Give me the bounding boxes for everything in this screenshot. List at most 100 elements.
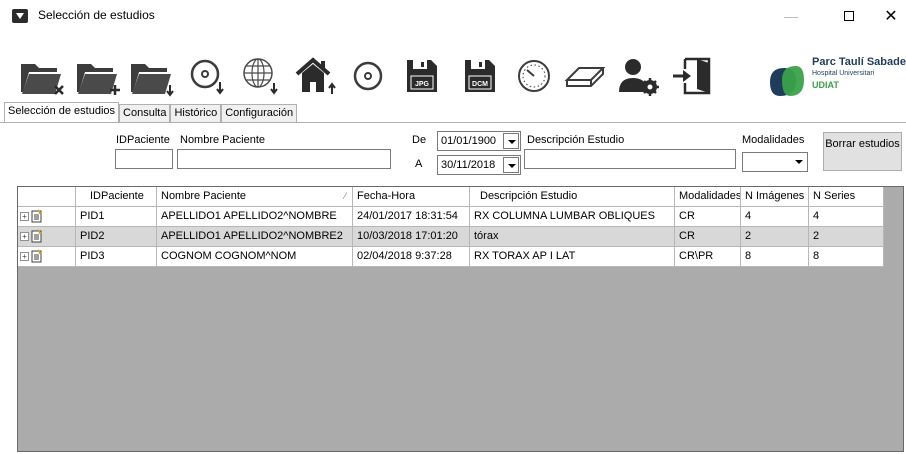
cell-descripcion-estudio: RX COLUMNA LUMBAR OBLIQUES <box>470 207 675 227</box>
cell-idpaciente: PID1 <box>76 207 157 227</box>
cell-modalidades: CR <box>675 227 741 247</box>
expand-icon[interactable]: + <box>20 251 29 261</box>
fecha-hasta-picker[interactable]: 30/11/2018 <box>437 155 521 175</box>
home-upload-icon <box>295 57 336 94</box>
grid-header-row: IDPaciente Nombre Paciente ⁄ Fecha-Hora … <box>18 187 884 207</box>
row-expander[interactable]: + <box>18 247 76 267</box>
tab-strip: Selección de estudios Consulta Histórico… <box>4 102 298 122</box>
fecha-desde-label: De <box>412 134 427 146</box>
expand-icon[interactable]: + <box>20 211 29 221</box>
eraser-icon <box>564 67 606 87</box>
fecha-desde-picker[interactable]: 01/01/1900 <box>437 131 521 151</box>
logo-udiat: UDIAT <box>812 80 839 90</box>
cell-nombre-paciente: APELLIDO1 APELLIDO2^NOMBRE <box>157 207 353 227</box>
row-expander[interactable]: + <box>18 207 76 227</box>
disc-icon <box>353 61 383 91</box>
id-paciente-label: IDPaciente <box>116 134 170 146</box>
tab-historico[interactable]: Histórico <box>170 104 222 122</box>
modalidades-select[interactable] <box>742 152 808 172</box>
cell-nombre-paciente: COGNOM COGNOM^NOM <box>157 247 353 267</box>
fecha-hasta-dropdown-icon[interactable] <box>503 157 519 173</box>
folder-download-button[interactable] <box>128 46 176 106</box>
descripcion-estudio-input[interactable] <box>524 149 736 169</box>
cell-descripcion-estudio: tórax <box>470 227 675 247</box>
cell-modalidades: CR <box>675 207 741 227</box>
folder-add-icon <box>77 64 120 95</box>
tab-consulta[interactable]: Consulta <box>119 104 171 122</box>
exit-door-icon <box>673 57 711 95</box>
disc-download-icon <box>190 59 224 95</box>
header-idpaciente[interactable]: IDPaciente <box>76 187 157 207</box>
expand-icon[interactable]: + <box>20 231 29 241</box>
cell-idpaciente: PID3 <box>76 247 157 267</box>
gauge-icon <box>518 60 550 92</box>
maximize-icon <box>844 11 854 21</box>
folder-download-icon <box>131 64 174 97</box>
globe-download-button[interactable] <box>238 46 284 106</box>
logo-subtitle: Hospital Universitari <box>812 70 875 77</box>
minimize-button[interactable]: — <box>768 0 814 32</box>
home-upload-button[interactable] <box>292 46 338 106</box>
user-settings-icon <box>619 59 659 96</box>
save-jpg-button[interactable]: JPG <box>398 46 444 106</box>
parc-tauli-logo: Parc Taulí Sabadell Hospital Universitar… <box>756 50 906 110</box>
fecha-hasta-value: 30/11/2018 <box>441 159 496 171</box>
folder-remove-icon <box>21 64 64 95</box>
header-nombre-paciente-text: Nombre Paciente <box>161 190 246 202</box>
table-row[interactable]: + PID2 APELLIDO1 APELLIDO2^NOMBRE2 10/03… <box>18 227 884 247</box>
dcm-label: DCM <box>472 81 488 88</box>
header-nombre-paciente[interactable]: Nombre Paciente ⁄ <box>157 187 353 207</box>
app-icon <box>12 9 28 23</box>
cell-descripcion-estudio: RX TORAX AP I LAT <box>470 247 675 267</box>
header-n-imagenes[interactable]: N Imágenes <box>741 187 809 207</box>
gauge-button[interactable] <box>512 46 556 106</box>
cell-n-series: 2 <box>809 227 884 247</box>
studies-grid: IDPaciente Nombre Paciente ⁄ Fecha-Hora … <box>17 186 904 452</box>
cell-nombre-paciente: APELLIDO1 APELLIDO2^NOMBRE2 <box>157 227 353 247</box>
save-jpg-icon: JPG <box>407 60 437 92</box>
disc-download-button[interactable] <box>186 46 230 106</box>
nombre-paciente-label: Nombre Paciente <box>180 134 265 146</box>
maximize-button[interactable] <box>826 0 872 32</box>
tab-configuracion[interactable]: Configuración <box>221 104 298 122</box>
header-rowhead <box>18 187 76 207</box>
eraser-button[interactable] <box>562 46 608 106</box>
fecha-hasta-label: A <box>415 158 423 170</box>
globe-download-icon <box>243 58 278 95</box>
save-dcm-button[interactable]: DCM <box>456 46 502 106</box>
disc-button[interactable] <box>346 46 390 106</box>
exit-button[interactable] <box>670 46 716 106</box>
tab-seleccion[interactable]: Selección de estudios <box>4 102 120 122</box>
table-row[interactable]: + PID3 COGNOM COGNOM^NOM 02/04/2018 9:37… <box>18 247 884 267</box>
table-row[interactable]: + PID1 APELLIDO1 APELLIDO2^NOMBRE 24/01/… <box>18 207 884 227</box>
logo-title: Parc Taulí Sabadell <box>812 56 906 68</box>
header-fecha-hora[interactable]: Fecha-Hora <box>353 187 470 207</box>
id-paciente-input[interactable] <box>115 149 173 169</box>
document-icon <box>31 209 42 223</box>
nombre-paciente-input[interactable] <box>177 149 391 169</box>
close-button[interactable]: ✕ <box>868 0 906 32</box>
document-icon <box>31 229 42 243</box>
folder-remove-button[interactable] <box>18 46 66 106</box>
sort-icon: ⁄ <box>344 191 346 201</box>
user-settings-button[interactable] <box>616 46 662 106</box>
logo-mark-icon <box>770 66 804 96</box>
header-n-series[interactable]: N Series <box>809 187 884 207</box>
fecha-desde-dropdown-icon[interactable] <box>503 133 519 149</box>
tab-divider <box>0 122 906 123</box>
cell-fecha-hora: 10/03/2018 17:01:20 <box>353 227 470 247</box>
cell-n-imagenes: 4 <box>741 207 809 227</box>
row-expander[interactable]: + <box>18 227 76 247</box>
modalidades-dropdown-icon <box>795 160 803 164</box>
folder-add-button[interactable] <box>74 46 122 106</box>
cell-n-imagenes: 8 <box>741 247 809 267</box>
window-title: Selección de estudios <box>38 8 155 22</box>
header-modalidades[interactable]: Modalidades <box>675 187 741 207</box>
cell-fecha-hora: 24/01/2017 18:31:54 <box>353 207 470 227</box>
borrar-estudios-button[interactable]: Borrar estudios <box>823 132 902 171</box>
cell-n-series: 4 <box>809 207 884 227</box>
header-descripcion-estudio[interactable]: Descripción Estudio <box>470 187 675 207</box>
document-icon <box>31 249 42 263</box>
modalidades-label: Modalidades <box>742 134 805 146</box>
save-dcm-icon: DCM <box>465 60 495 92</box>
